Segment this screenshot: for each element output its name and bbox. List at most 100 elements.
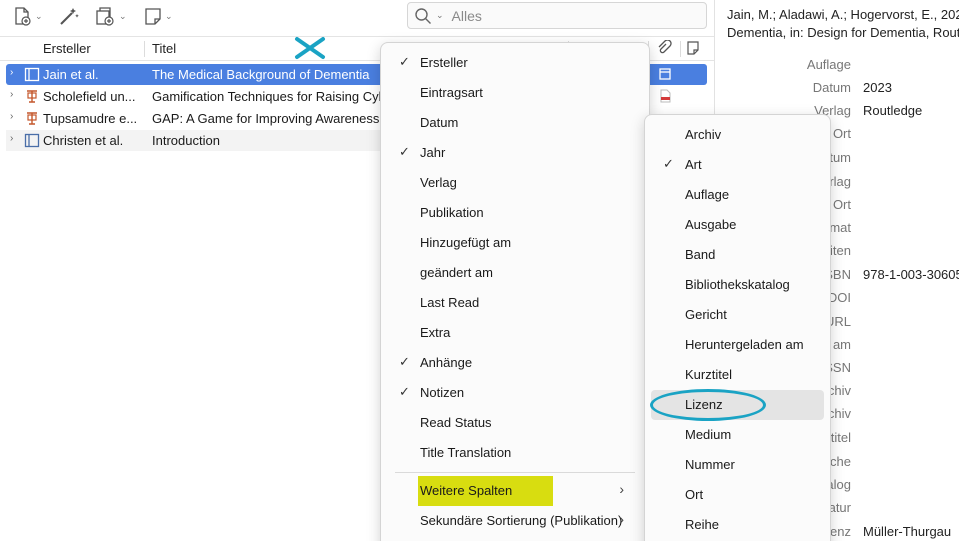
row-title: GAP: A Game for Improving Awareness A — [152, 111, 391, 126]
menu-item-label: geändert am — [420, 265, 493, 280]
row-title: Gamification Techniques for Raising Cyb — [152, 89, 386, 104]
submenu-item-column-toggle[interactable]: Reihe — [651, 510, 824, 540]
search-box[interactable]: ⌄ Alles — [407, 2, 707, 29]
checkmark-icon: ✓ — [399, 54, 410, 69]
new-item-button[interactable]: ⌄ — [12, 4, 43, 28]
column-divider[interactable] — [144, 41, 145, 57]
x-mark-annotation-icon — [295, 37, 325, 59]
menu-item-column-toggle[interactable]: Publikation — [387, 198, 643, 228]
menu-item-label: Title Translation — [420, 445, 512, 460]
menu-item-column-toggle[interactable]: Last Read — [387, 288, 643, 318]
menu-item-label: Band — [685, 247, 716, 262]
field-value[interactable]: Routledge — [863, 103, 922, 118]
menu-item-label: Medium — [685, 427, 732, 442]
field-value[interactable]: 978-1-003-30605 — [863, 267, 959, 282]
attachment-icon[interactable] — [658, 67, 672, 81]
menu-item-column-toggle[interactable]: Verlag — [387, 168, 643, 198]
submenu-item-column-toggle[interactable]: Bibliothekskatalog — [651, 270, 824, 300]
field-label: titel — [830, 430, 851, 445]
submenu-item-column-toggle[interactable]: Nummer — [651, 450, 824, 480]
submenu-item-column-toggle[interactable]: Gericht — [651, 300, 824, 330]
submenu-item-column-toggle[interactable]: Band — [651, 240, 824, 270]
chevron-right-icon: › — [619, 511, 624, 527]
search-input[interactable]: Alles — [452, 8, 482, 24]
search-icon — [415, 7, 431, 24]
submenu-item-column-toggle[interactable]: ✓ Art — [651, 150, 824, 180]
submenu-item-column-toggle[interactable]: Medium — [651, 420, 824, 450]
new-note-icon — [145, 8, 161, 25]
menu-item-column-toggle[interactable]: Read Status — [387, 408, 643, 438]
circle-annotation — [650, 389, 766, 421]
field-label: DOI — [827, 290, 851, 305]
submenu-item-column-toggle[interactable]: Kurztitel — [651, 360, 824, 390]
menu-item-secondary-sort[interactable]: Sekundäre Sortierung (Publikation) › — [386, 506, 644, 536]
menu-item-label: Ausgabe — [685, 217, 737, 232]
menu-item-label: Notizen — [420, 385, 465, 400]
row-creator: Tupsamudre e... — [43, 111, 138, 126]
menu-item-column-toggle[interactable]: Hinzugefügt am — [387, 228, 643, 258]
menu-item-column-toggle[interactable]: Title Translation — [387, 438, 643, 468]
add-attachment-button[interactable]: ⌄ — [94, 4, 127, 28]
menu-item-column-toggle[interactable]: ✓ Jahr — [387, 138, 643, 168]
menu-item-column-toggle[interactable]: ✓ Anhänge — [387, 348, 643, 378]
chevron-down-icon: ⌄ — [119, 10, 127, 21]
row-creator: Christen et al. — [43, 133, 124, 148]
new-note-button[interactable]: ⌄ — [144, 4, 173, 28]
menu-item-label: Sekundäre Sortierung (Publikation) — [420, 513, 623, 528]
submenu-item-column-toggle[interactable]: Archiv — [651, 120, 824, 150]
chevron-right-icon[interactable]: › — [10, 133, 13, 144]
menu-item-label: Bibliothekskatalog — [685, 277, 790, 292]
menu-item-label: Heruntergeladen am — [685, 337, 804, 352]
chevron-right-icon[interactable]: › — [10, 67, 13, 78]
field-value[interactable]: Müller-Thurgau — [863, 524, 951, 539]
menu-item-label: Anhänge — [420, 355, 473, 370]
menu-item-more-columns[interactable]: Weitere Spalten › — [386, 476, 644, 506]
pdf-icon[interactable] — [658, 89, 672, 103]
book-section-icon — [24, 133, 40, 148]
column-picker-menu-bottom: Weitere Spalten › Sekundäre Sortierung (… — [380, 476, 650, 541]
menu-separator — [395, 472, 635, 473]
menu-item-label: Kurztitel — [685, 367, 732, 382]
submenu-item-column-toggle[interactable]: Ort — [651, 480, 824, 510]
checkmark-icon: ✓ — [399, 384, 410, 399]
field-label: Datum — [812, 80, 851, 95]
menu-item-label: Verlag — [420, 175, 457, 190]
submenu-item-column-toggle[interactable]: Heruntergeladen am — [651, 330, 824, 360]
column-header-creator[interactable]: Ersteller — [43, 41, 91, 56]
menu-item-label: Datum — [420, 115, 459, 130]
menu-item-label: Reihe — [685, 517, 719, 532]
menu-item-label: Extra — [420, 325, 451, 340]
menu-item-column-toggle[interactable]: Eintragsart — [387, 78, 643, 108]
conference-paper-icon — [27, 90, 37, 103]
column-header-title[interactable]: Titel — [152, 41, 176, 56]
menu-item-column-toggle[interactable]: ✓ Notizen — [387, 378, 643, 408]
citation-preview: Jain, M.; Aladawi, A.; Hogervorst, E., 2… — [727, 6, 959, 42]
checkmark-icon: ✓ — [399, 144, 410, 159]
menu-item-label: Archiv — [685, 127, 722, 142]
field-label: Ort — [832, 126, 851, 141]
submenu-item-column-toggle[interactable]: Ausgabe — [651, 210, 824, 240]
field-label: iten — [830, 243, 851, 258]
menu-item-column-toggle[interactable]: geändert am — [387, 258, 643, 288]
menu-item-label: Gericht — [685, 307, 727, 322]
menu-item-label: Auflage — [685, 187, 730, 202]
menu-item-label: Nummer — [685, 457, 735, 472]
column-divider[interactable] — [680, 41, 681, 57]
chevron-right-icon[interactable]: › — [10, 111, 13, 122]
menu-item-column-toggle[interactable]: Extra — [387, 318, 643, 348]
menu-item-label: Jahr — [420, 145, 446, 160]
menu-item-column-toggle[interactable]: Datum — [387, 108, 643, 138]
menu-item-column-toggle[interactable]: ✓ Ersteller — [387, 48, 643, 78]
row-creator: Scholefield un... — [43, 89, 136, 104]
notes-column-icon[interactable] — [686, 40, 700, 56]
menu-item-label: Art — [685, 157, 702, 172]
add-by-identifier-button[interactable] — [58, 4, 80, 28]
chevron-right-icon[interactable]: › — [10, 89, 13, 100]
field-value[interactable]: 2023 — [863, 80, 892, 95]
menu-item-label: Publikation — [420, 205, 484, 220]
submenu-item-column-toggle[interactable]: Auflage — [651, 180, 824, 210]
chevron-right-icon: › — [619, 481, 624, 497]
attachment-column-icon[interactable] — [656, 40, 672, 56]
field-label: tum — [829, 150, 851, 165]
checkmark-icon: ✓ — [399, 354, 410, 369]
